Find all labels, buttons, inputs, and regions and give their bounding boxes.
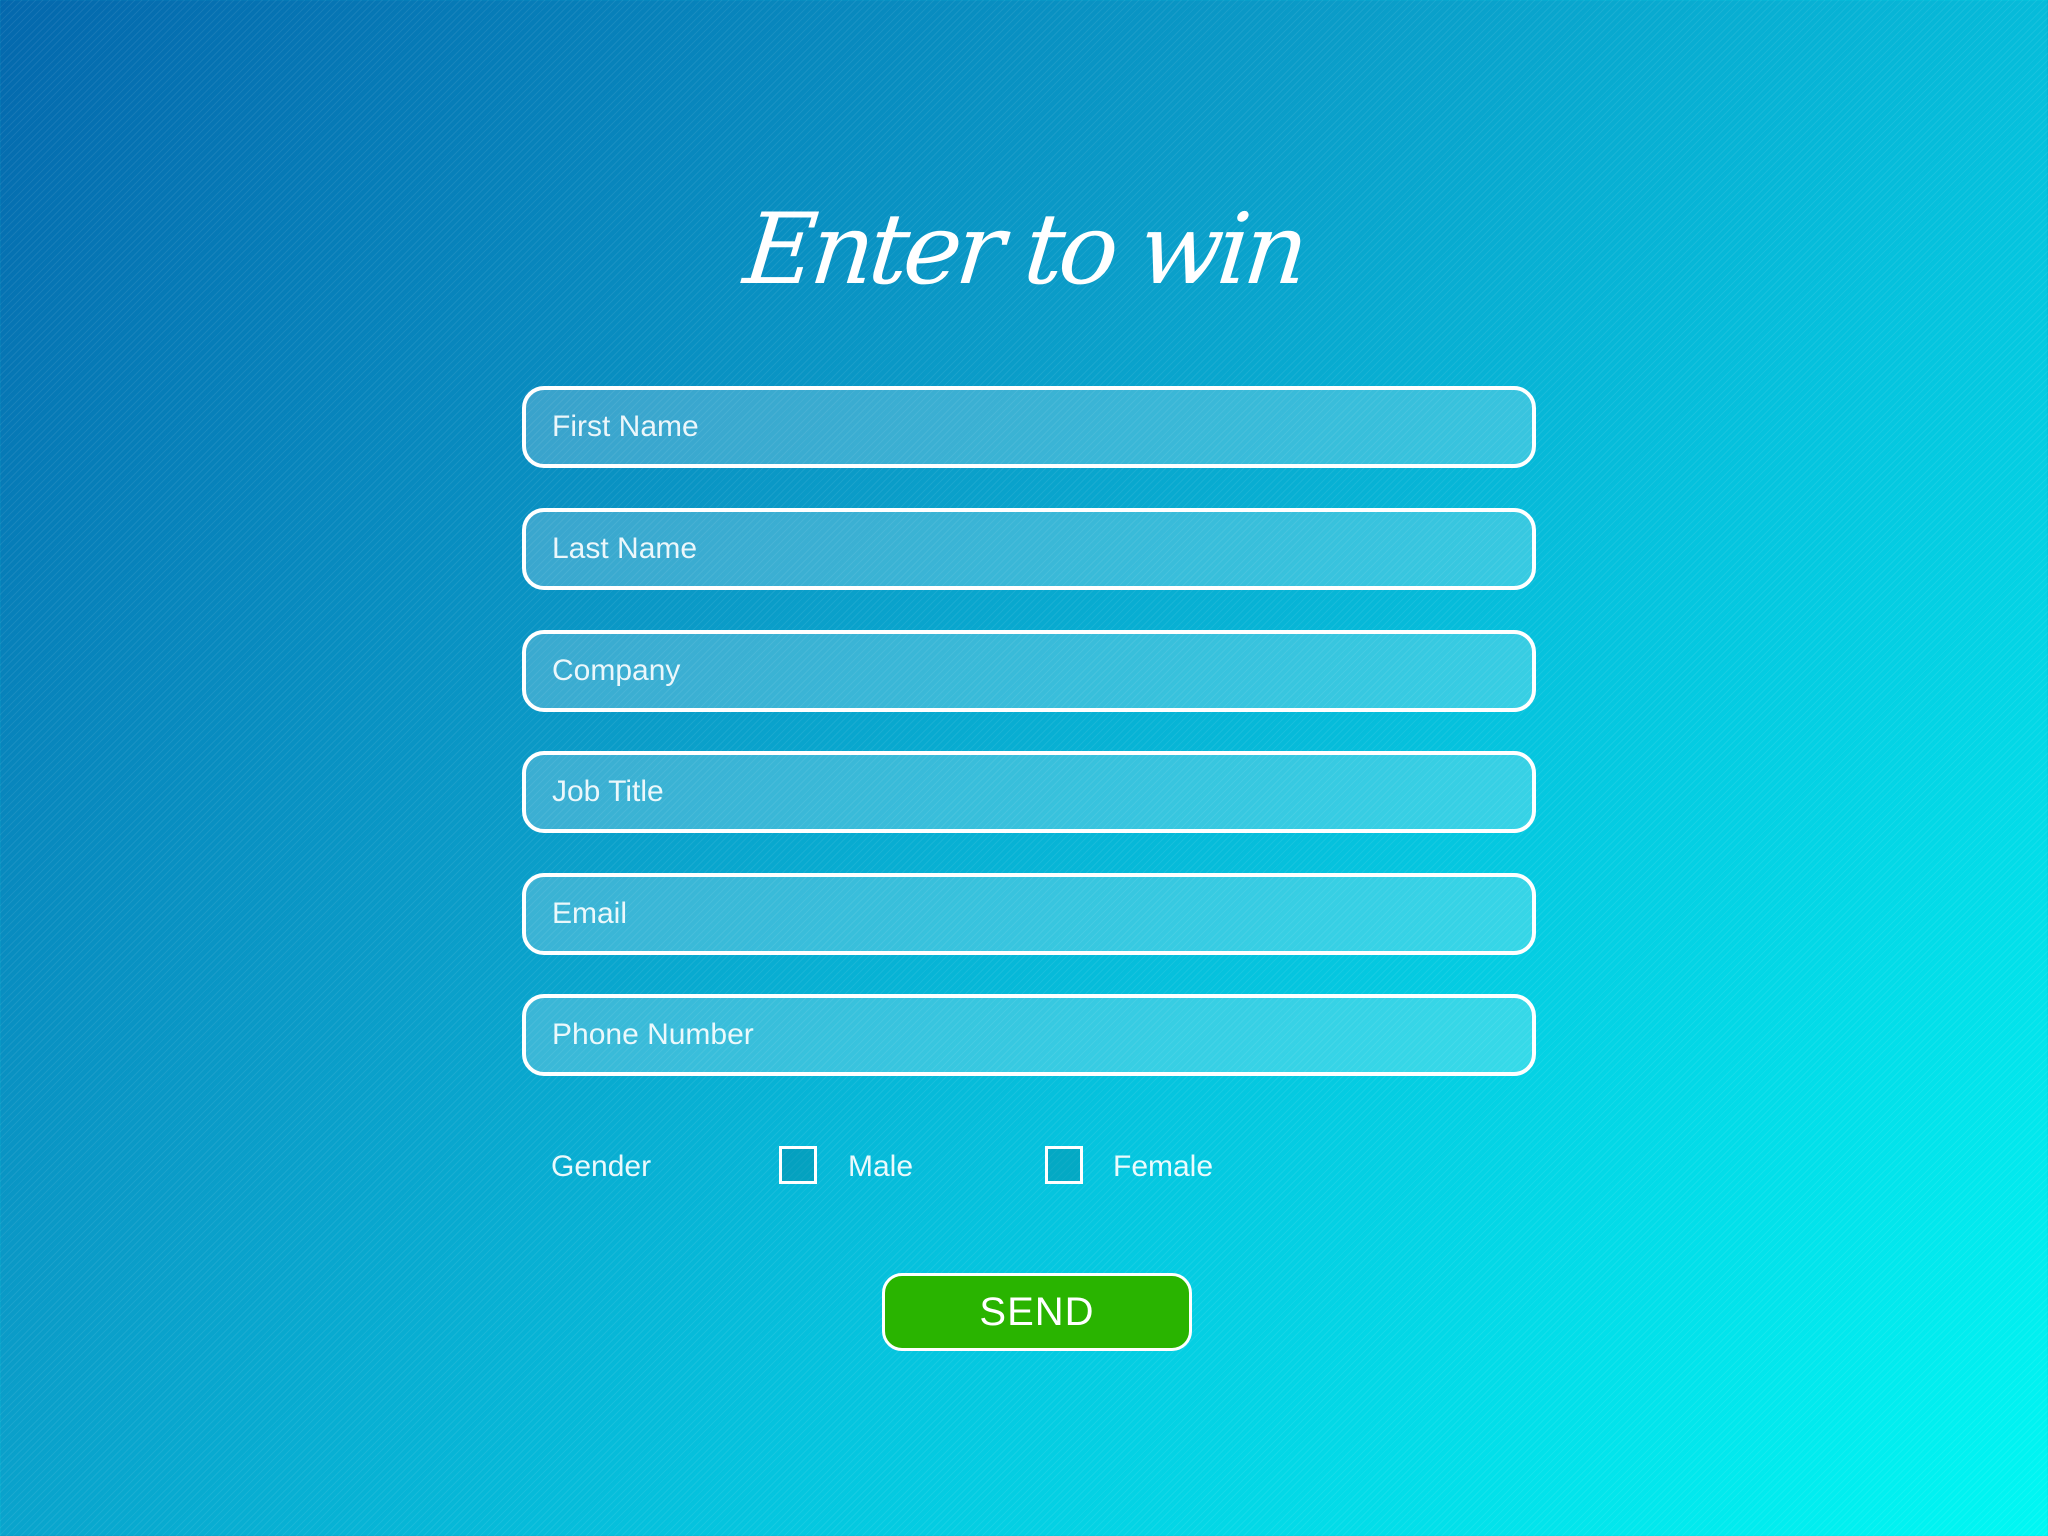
female-checkbox[interactable] — [1045, 1146, 1083, 1184]
male-checkbox[interactable] — [779, 1146, 817, 1184]
email-input[interactable] — [526, 877, 1532, 951]
female-label[interactable]: Female — [1113, 1149, 1213, 1185]
last-name-input[interactable] — [526, 512, 1532, 586]
phone-number-input[interactable] — [526, 998, 1532, 1072]
job-title-field[interactable] — [522, 751, 1536, 833]
company-input[interactable] — [526, 634, 1532, 708]
page-title: Enter to win — [739, 193, 1309, 307]
send-button[interactable]: SEND — [882, 1273, 1192, 1351]
first-name-field[interactable] — [522, 386, 1536, 468]
last-name-field[interactable] — [522, 508, 1536, 590]
first-name-input[interactable] — [526, 390, 1532, 464]
gender-label: Gender — [551, 1150, 652, 1183]
phone-number-field[interactable] — [522, 994, 1536, 1076]
job-title-input[interactable] — [526, 755, 1532, 829]
email-field[interactable] — [522, 873, 1536, 955]
male-label[interactable]: Male — [848, 1149, 913, 1185]
company-field[interactable] — [522, 630, 1536, 712]
